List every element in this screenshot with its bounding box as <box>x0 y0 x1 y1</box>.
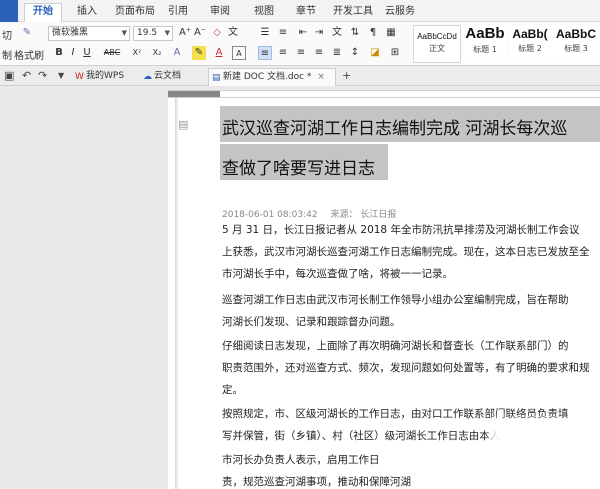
tab-view[interactable]: 视图 <box>250 4 278 22</box>
style-heading-3[interactable]: AaBbC 标题 3 <box>552 25 600 63</box>
tab-references[interactable]: 引用 <box>164 4 192 22</box>
align-right-icon[interactable]: ≡ <box>294 46 308 60</box>
horizontal-ruler[interactable] <box>168 90 600 98</box>
save-icon[interactable]: ▣ <box>4 69 14 82</box>
tab-new-doc[interactable]: ▤ 新建 DOC 文档.doc * × <box>208 68 336 86</box>
tab-developer[interactable]: 开发工具 <box>330 4 376 22</box>
qat-dropdown-icon[interactable]: ▼ <box>58 71 64 80</box>
redo-icon[interactable]: ↷ <box>38 69 47 82</box>
document-tabs-bar: ▣ ↶ ↷ ▼ W 我的WPS ☁ 云文档 ▤ 新建 DOC 文档.doc * × + <box>0 66 600 86</box>
paragraph-line[interactable]: 巡查河湖工作日志由武汉市河长制工作领导小组办公室编制完成，旨在帮助 <box>222 289 600 311</box>
align-left-icon[interactable]: ≡ <box>258 46 272 60</box>
tab-my-wps[interactable]: W 我的WPS <box>72 68 138 86</box>
shrink-font-button[interactable]: A⁻ <box>193 26 207 40</box>
paragraph-line[interactable]: 5 月 31 日，长江日报记者从 2018 年全市防汛抗旱排涝及河湖长制工作会议 <box>222 219 600 241</box>
paragraph-line[interactable]: 职责范围外，还对巡查方式、频次，发现问题如何处置等，有了明确的要求和规 <box>222 357 600 379</box>
wps-icon: W <box>75 72 84 82</box>
bold-button[interactable]: B <box>52 46 66 60</box>
tab-cloud-docs[interactable]: ☁ 云文档 <box>140 68 204 86</box>
grow-font-button[interactable]: A⁺ <box>178 26 192 40</box>
font-color-icon[interactable]: A <box>212 46 226 60</box>
style-normal[interactable]: AaBbCcDd 正文 <box>413 25 461 63</box>
chevron-down-icon: ▼ <box>121 29 127 37</box>
superscript-button[interactable]: X² <box>128 46 146 60</box>
distribute-icon[interactable]: ≣ <box>330 46 344 60</box>
line-spacing-icon[interactable]: ↕ <box>348 46 362 60</box>
doc-icon: ▤ <box>212 73 221 83</box>
format-painter-button[interactable]: 格式刷 <box>14 47 44 62</box>
menu-bar: 开始 插入 页面布局 引用 审阅 视图 章节 开发工具 云服务 <box>0 0 600 23</box>
app-menu-button[interactable] <box>0 0 18 22</box>
numbered-list-icon[interactable]: ≡ <box>276 26 290 40</box>
paragraph-line[interactable]: 河湖长们发现、记录和跟踪督办问题。 <box>222 311 600 333</box>
paragraph-marker-icon: ▤ <box>178 118 189 131</box>
italic-button[interactable]: I <box>66 46 80 60</box>
close-icon[interactable]: × <box>317 72 325 82</box>
tab-page-layout[interactable]: 页面布局 <box>112 4 158 22</box>
document-title-line-2[interactable]: 查做了啥要写进日志 <box>222 154 375 179</box>
vertical-ruler[interactable] <box>168 98 176 489</box>
sort-icon[interactable]: ⇅ <box>348 26 362 40</box>
highlight-icon[interactable]: ✎ <box>192 46 206 60</box>
cloud-icon: ☁ <box>143 72 152 82</box>
underline-button[interactable]: U <box>80 46 94 60</box>
subscript-button[interactable]: X₂ <box>148 46 166 60</box>
clear-format-icon[interactable]: ◇ <box>210 26 224 40</box>
watermark-blur <box>490 420 600 489</box>
font-size-select[interactable]: 19.5 ▼ <box>133 26 173 41</box>
tab-insert[interactable]: 插入 <box>70 4 104 22</box>
align-center-icon[interactable]: ≡ <box>276 46 290 60</box>
chinese-layout-icon[interactable]: 文 <box>330 26 344 40</box>
chevron-down-icon: ▼ <box>164 29 170 37</box>
copy-button[interactable]: 制 <box>2 47 12 62</box>
pinyin-icon[interactable]: 文 <box>226 26 240 40</box>
cut-button[interactable]: 切 <box>2 27 12 42</box>
text-effect-icon[interactable]: A <box>170 46 184 60</box>
style-heading-1[interactable]: AaBb 标题 1 <box>463 25 507 63</box>
strikethrough-button[interactable]: ABC <box>100 46 124 60</box>
table-icon[interactable]: ▦ <box>384 26 398 40</box>
undo-icon[interactable]: ↶ <box>22 69 31 82</box>
shading-icon[interactable]: ◪ <box>368 46 382 60</box>
tab-review[interactable]: 审阅 <box>206 4 234 22</box>
borders-icon[interactable]: ⊞ <box>388 46 402 60</box>
paragraph-line[interactable]: 市河湖长手中，每次巡查做了啥，将被一一记录。 <box>222 263 600 285</box>
tab-start[interactable]: 开始 <box>24 3 62 23</box>
tab-cloud[interactable]: 云服务 <box>380 4 420 22</box>
show-marks-icon[interactable]: ¶ <box>366 26 380 40</box>
font-name-select[interactable]: 微软雅黑 ▼ <box>48 26 130 41</box>
justify-icon[interactable]: ≡ <box>312 46 326 60</box>
tab-chapter[interactable]: 章节 <box>292 4 320 22</box>
ruler-margin <box>168 91 220 97</box>
paragraph-line[interactable]: 上获悉，武汉市河湖长巡查河湖工作日志编制完成。现在，这本日志已发放至全 <box>222 241 600 263</box>
format-painter-icon: ✎ <box>22 27 32 38</box>
document-title-line-1[interactable]: 武汉巡查河湖工作日志编制完成 河湖长每次巡 <box>222 114 567 139</box>
new-tab-button[interactable]: + <box>342 69 351 82</box>
bullet-list-icon[interactable]: ☰ <box>258 26 272 40</box>
style-heading-2[interactable]: AaBb( 标题 2 <box>508 25 552 63</box>
increase-indent-icon[interactable]: ⇥ <box>312 26 326 40</box>
paragraph-line[interactable]: 定。 <box>222 379 600 401</box>
char-border-icon[interactable]: A <box>232 46 246 60</box>
ribbon: 切 ✎ 制 格式刷 微软雅黑 ▼ 19.5 ▼ A⁺ A⁻ ◇ 文 B I U AB… <box>0 22 600 66</box>
decrease-indent-icon[interactable]: ⇤ <box>296 26 310 40</box>
paragraph-line[interactable]: 仔细阅读日志发现，上面除了再次明确河湖长和督查长（工作联系部门）的 <box>222 335 600 357</box>
